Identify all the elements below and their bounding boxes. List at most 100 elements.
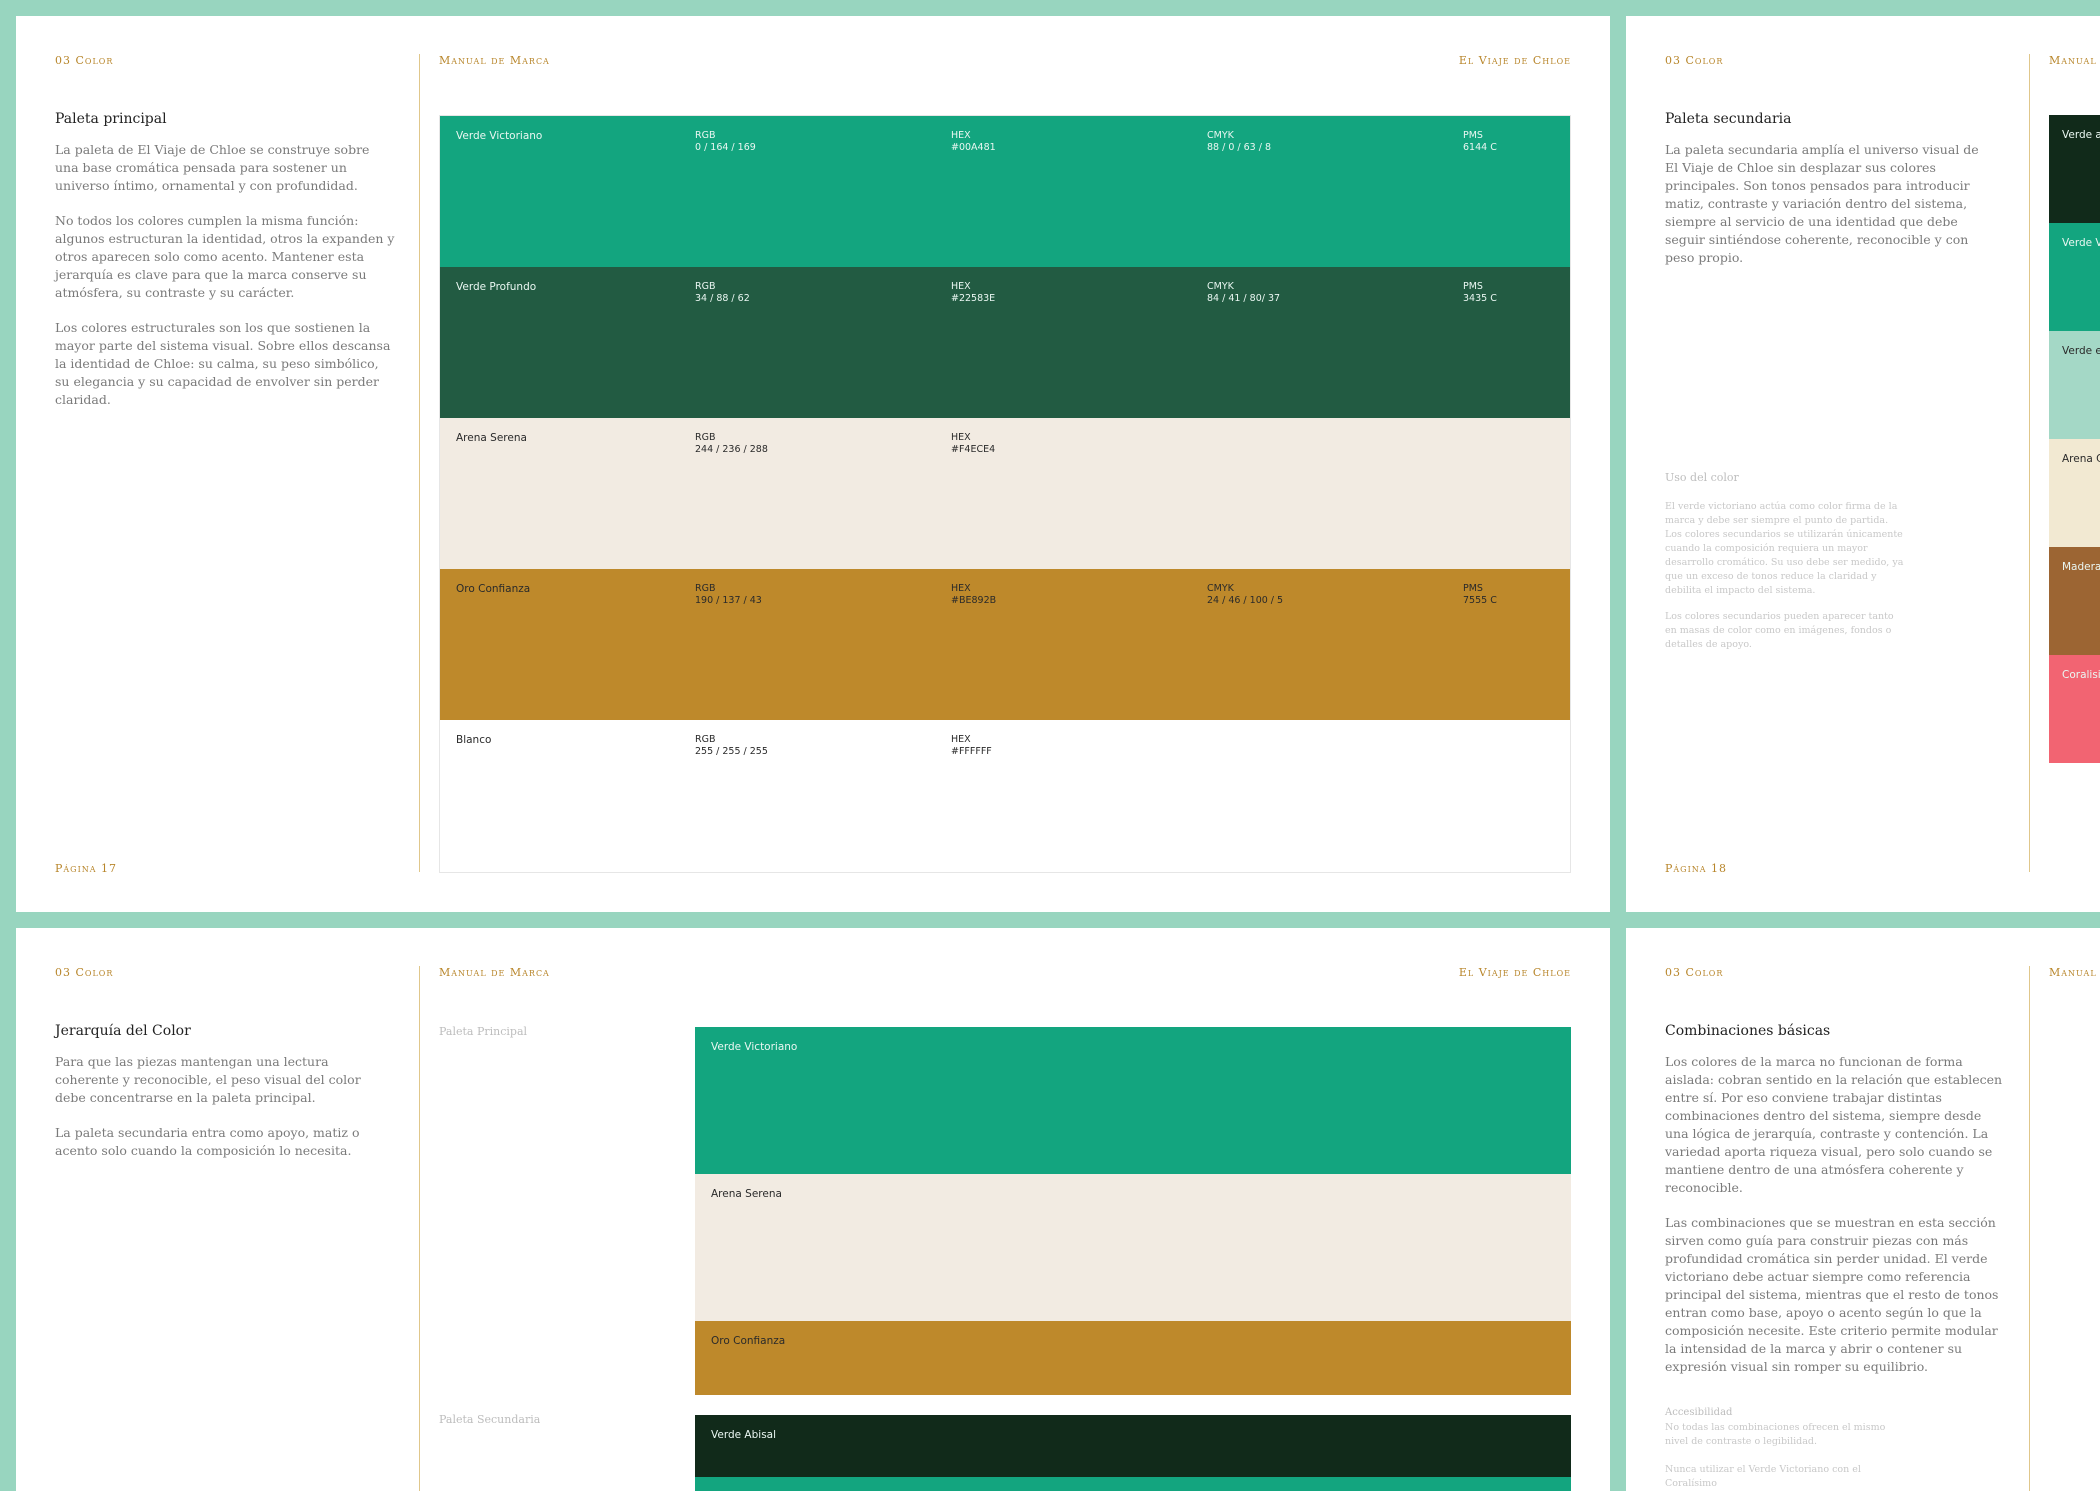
rgb-value-label: RGB (695, 432, 716, 443)
cmyk-value: CMYK 24 / 46 / 100 / 5 (1207, 583, 1283, 607)
hex-value-label: HEX (951, 432, 971, 443)
secondary-color-strip: Madera (2049, 547, 2100, 655)
page-17: 03 Color Manual de Marca El Viaje de Chl… (16, 16, 1610, 912)
rgb-value-text: 255 / 255 / 255 (695, 746, 768, 757)
section-label: 03 Color (55, 54, 114, 67)
secondary-color-block: Verde Abisal (695, 1415, 1571, 1477)
color-swatch-row: Oro Confianza RGB 190 / 137 / 43 HEX #BE892B… (440, 569, 1570, 720)
hex-value: HEX #22583E (951, 281, 995, 305)
color-swatch-row: Verde Profundo RGB 34 / 88 / 62 HEX #22583E C… (440, 267, 1570, 418)
cmyk-value: CMYK 88 / 0 / 63 / 8 (1207, 130, 1271, 154)
manual-label: Manual d (2049, 54, 2100, 67)
page-title: Paleta principal (55, 111, 167, 127)
column-divider (2029, 54, 2030, 872)
paragraph: Los colores secundarios pueden aparecer … (1665, 611, 1894, 650)
next-color-block-edge (695, 1477, 1571, 1491)
principal-color-block: Arena Serena (695, 1174, 1571, 1321)
strip-label: Verde a (2062, 129, 2100, 141)
rgb-value-label: RGB (695, 130, 716, 141)
manual-label: Manual d (2049, 966, 2100, 979)
hex-value-text: #22583E (951, 293, 996, 304)
strip-label: Verde e (2062, 345, 2100, 357)
principal-palette-label: Paleta Principal (439, 1025, 528, 1038)
page-number: Página 18 (1665, 862, 1728, 875)
block-label: Verde Abisal (711, 1429, 777, 1441)
accesibilidad-text: No todas las combinaciones ofrecen el mi… (1665, 1422, 1886, 1447)
rgb-value-label: RGB (695, 281, 716, 292)
cmyk-value: CMYK 84 / 41 / 80/ 37 (1207, 281, 1280, 305)
intro-text: La paleta secundaria amplía el universo … (1665, 142, 1979, 265)
cmyk-value-label: CMYK (1207, 583, 1234, 594)
section-label: 03 Color (1665, 966, 1724, 979)
paragraph: El verde victoriano actúa como color fir… (1665, 501, 1904, 596)
color-swatch-row: Verde Victoriano RGB 0 / 164 / 169 HEX #00A4… (440, 116, 1570, 267)
pms-value-text: 7555 C (1463, 595, 1497, 606)
pms-value-text: 3435 C (1463, 293, 1497, 304)
paragraph: Los colores estructurales son los que so… (55, 320, 391, 407)
brand-label: El Viaje de Chloe (1458, 54, 1571, 67)
secondary-palette-label: Paleta Secundaria (439, 1413, 541, 1426)
hex-value-text: #00A481 (951, 142, 996, 153)
principal-color-block: Verde Victoriano (695, 1027, 1571, 1174)
secondary-color-strip: Verde V (2049, 223, 2100, 331)
rgb-value-text: 34 / 88 / 62 (695, 293, 750, 304)
hex-value-label: HEX (951, 130, 971, 141)
color-swatch-row: Blanco RGB 255 / 255 / 255 HEX #FFFFFF (440, 720, 1570, 871)
rgb-value: RGB 0 / 164 / 169 (695, 130, 756, 154)
rgb-value-text: 0 / 164 / 169 (695, 142, 756, 153)
hex-value: HEX #F4ECE4 (951, 432, 995, 456)
rgb-value: RGB 255 / 255 / 255 (695, 734, 768, 758)
brand-label: El Viaje de Chloe (1458, 966, 1571, 979)
hex-value-text: #BE892B (951, 595, 997, 606)
paragraph: No todos los colores cumplen la misma fu… (55, 213, 395, 300)
block-label: Arena Serena (711, 1188, 782, 1200)
rgb-value-label: RGB (695, 583, 716, 594)
column-divider (419, 54, 420, 872)
accesibilidad-title: Accesibilidad (1665, 1407, 1733, 1418)
hex-value-label: HEX (951, 281, 971, 292)
hex-value-label: HEX (951, 734, 971, 745)
section-label: 03 Color (1665, 54, 1724, 67)
cmyk-value-text: 84 / 41 / 80/ 37 (1207, 293, 1281, 304)
page-title: Jerarquía del Color (55, 1023, 191, 1039)
rgb-value: RGB 190 / 137 / 43 (695, 583, 762, 607)
strip-label: Arena C (2062, 453, 2100, 465)
secondary-color-strip: Coralisi (2049, 655, 2100, 763)
intro-text: Los colores de la marca no funcionan de … (1665, 1053, 2007, 1393)
manual-label: Manual de Marca (439, 54, 550, 67)
paragraph: Los colores de la marca no funcionan de … (1665, 1054, 2003, 1195)
color-swatch-row: Arena Serena RGB 244 / 236 / 288 HEX #F4ECE4 (440, 418, 1570, 569)
intro-text: Para que las piezas mantengan una lectur… (55, 1053, 365, 1177)
secondary-palette-column: Verde a Verde V Verde e Arena C Madera Corali… (2049, 115, 2100, 763)
page-number: Página 17 (55, 862, 118, 875)
page-19: 03 Color Manual de Marca El Viaje de Chl… (16, 928, 1610, 1491)
secondary-color-strip: Arena C (2049, 439, 2100, 547)
pms-value-text: 6144 C (1463, 142, 1497, 153)
hex-value: HEX #00A481 (951, 130, 996, 154)
uso-del-color-title: Uso del color (1665, 471, 1739, 484)
paragraph: Las combinaciones que se muestran en est… (1665, 1215, 1999, 1374)
secondary-color-strip: Verde e (2049, 331, 2100, 439)
secondary-color-strip: Verde a (2049, 115, 2100, 223)
paragraph: Para que las piezas mantengan una lectur… (55, 1054, 361, 1105)
principal-palette-blocks: Verde Victoriano Arena Serena Oro Confianz… (695, 1027, 1571, 1395)
pms-value: PMS 7555 C (1463, 583, 1497, 607)
column-divider (419, 966, 420, 1491)
rgb-value-text: 244 / 236 / 288 (695, 444, 768, 455)
swatch-name: Blanco (456, 734, 492, 746)
paragraph: La paleta de El Viaje de Chloe se constr… (55, 142, 370, 193)
swatch-name: Arena Serena (456, 432, 527, 444)
pms-value: PMS 3435 C (1463, 281, 1497, 305)
pms-value-label: PMS (1463, 583, 1483, 594)
pms-value-label: PMS (1463, 281, 1483, 292)
cmyk-value-label: CMYK (1207, 281, 1234, 292)
rgb-value: RGB 34 / 88 / 62 (695, 281, 750, 305)
block-label: Verde Victoriano (711, 1041, 798, 1053)
palette-table: Verde Victoriano RGB 0 / 164 / 169 HEX #00A4… (439, 115, 1571, 873)
hex-value-text: #FFFFFF (951, 746, 992, 757)
pms-value: PMS 6144 C (1463, 130, 1497, 154)
strip-label: Coralisi (2062, 669, 2100, 681)
block-label: Oro Confianza (711, 1335, 786, 1347)
principal-color-block: Oro Confianza (695, 1321, 1571, 1395)
swatch-name: Oro Confianza (456, 583, 531, 595)
